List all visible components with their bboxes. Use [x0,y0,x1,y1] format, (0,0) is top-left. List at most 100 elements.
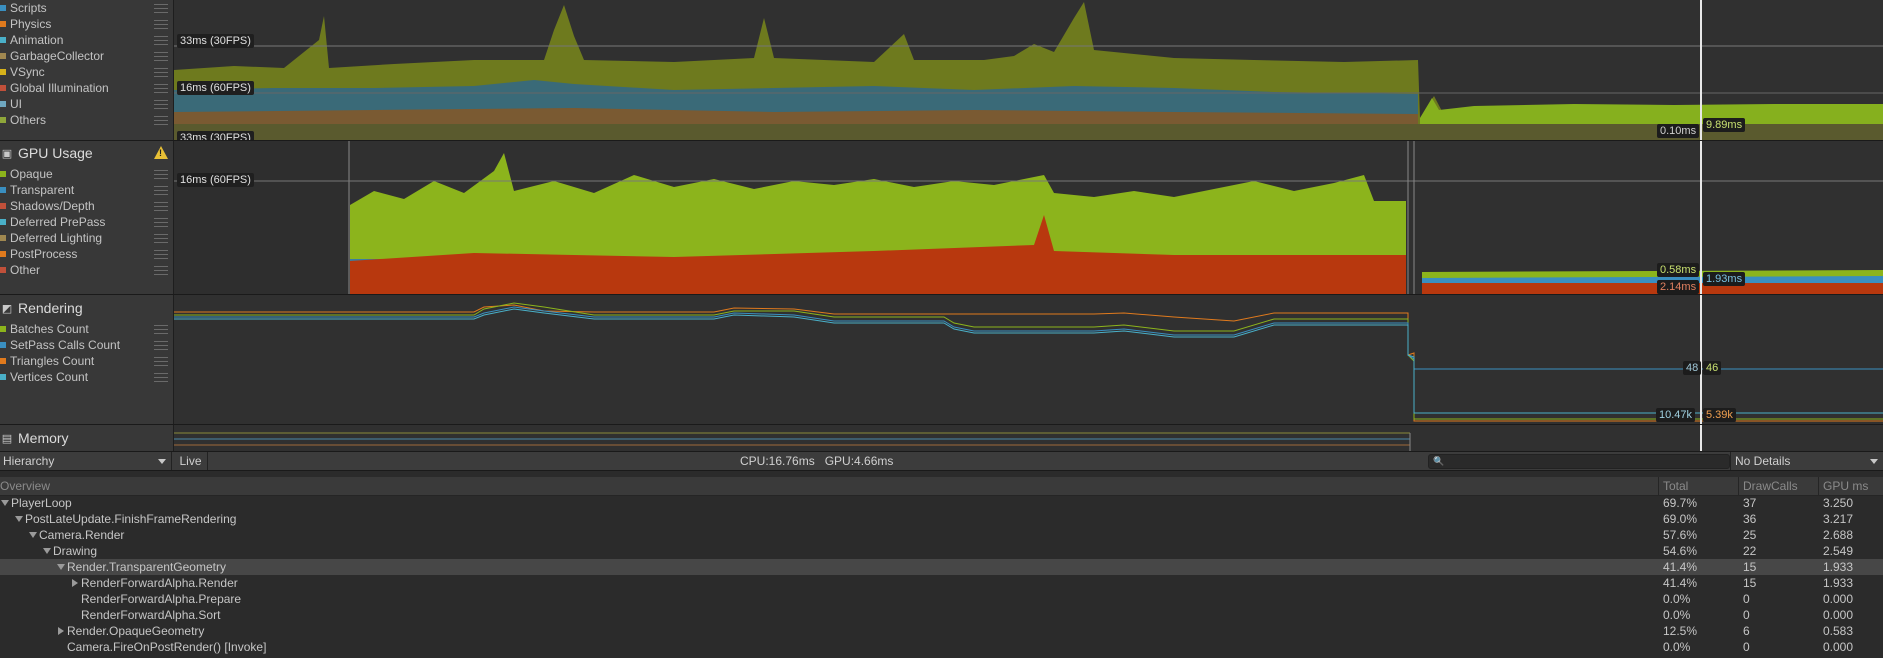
drag-handle-icon[interactable] [154,233,168,243]
row-drawcalls: 15 [1743,560,1757,574]
gpu-legend-item[interactable]: Deferred Lighting [0,230,173,246]
gpu-module-header[interactable]: ▣ GPU Usage ! [0,142,173,164]
drag-handle-icon[interactable] [154,3,168,13]
row-drawcalls: 0 [1743,592,1750,606]
color-swatch [0,85,6,91]
search-icon: 🔍 [1433,456,1445,466]
color-swatch [0,251,6,257]
drag-handle-icon[interactable] [154,372,168,382]
gpu-legend-item[interactable]: PostProcess [0,246,173,262]
row-name: Camera.FireOnPostRender() [Invoke] [67,640,267,654]
expanded-arrow-icon[interactable] [14,511,25,527]
collapsed-arrow-icon[interactable] [70,575,81,591]
rendering-legend-item[interactable]: SetPass Calls Count [0,337,173,353]
gpu-legend-item[interactable]: Other [0,262,173,278]
warning-icon[interactable]: ! [154,146,168,159]
drag-handle-icon[interactable] [154,83,168,93]
rendering-value-tag: 5.39k [1703,408,1736,422]
color-swatch [0,53,6,59]
table-row[interactable]: RenderForwardAlpha.Sort 0.0% 0 0.000 [0,607,1883,623]
table-row[interactable]: RenderForwardAlpha.Render 41.4% 15 1.933 [0,575,1883,591]
expanded-arrow-icon[interactable] [56,559,67,575]
color-swatch [0,37,6,43]
row-name: Camera.Render [39,528,125,542]
rendering-legend-item[interactable]: Triangles Count [0,353,173,369]
drag-handle-icon[interactable] [154,51,168,61]
details-dropdown[interactable]: No Details [1730,452,1883,470]
cpu-legend-item[interactable]: Animation [0,32,173,48]
row-drawcalls: 15 [1743,576,1757,590]
table-row[interactable]: PostLateUpdate.FinishFrameRendering 69.0%… [0,511,1883,527]
cpu-legend-item[interactable]: UI [0,96,173,112]
drag-handle-icon[interactable] [154,67,168,77]
table-row[interactable]: Render.TransparentGeometry 41.4% 15 1.933 [0,559,1883,575]
cpu-legend-item[interactable]: Global Illumination [0,80,173,96]
drag-handle-icon[interactable] [154,35,168,45]
drag-handle-icon[interactable] [154,217,168,227]
frame-stats: CPU:16.76ms GPU:4.66ms [740,454,894,468]
color-swatch [0,326,6,332]
table-row[interactable]: Render.OpaqueGeometry 12.5% 6 0.583 [0,623,1883,639]
live-button[interactable]: Live [174,452,208,470]
gpu-legend-label: Transparent [10,183,75,197]
table-row[interactable]: PlayerLoop 69.7% 37 3.250 [0,495,1883,511]
expanded-arrow-icon[interactable] [42,543,53,559]
rendering-legend-label: SetPass Calls Count [10,338,121,352]
drag-handle-icon[interactable] [154,249,168,259]
drag-handle-icon[interactable] [154,169,168,179]
table-row[interactable]: Drawing 54.6% 22 2.549 [0,543,1883,559]
drag-handle-icon[interactable] [154,99,168,109]
drag-handle-icon[interactable] [154,265,168,275]
gpu-legend-item[interactable]: Shadows/Depth [0,198,173,214]
expanded-arrow-icon[interactable] [28,527,39,543]
drag-handle-icon[interactable] [154,201,168,211]
cpu-chart[interactable]: 33ms (30FPS) 16ms (60FPS) 33ms (30FPS) 0… [174,0,1883,145]
view-mode-dropdown[interactable]: Hierarchy [0,452,172,470]
column-header-drawcalls[interactable]: DrawCalls [1743,477,1798,495]
row-gpu: 3.250 [1823,496,1854,510]
gpu-legend-item[interactable]: Transparent [0,182,173,198]
drag-handle-icon[interactable] [154,19,168,29]
module-sidebar: Scripts Physics Animation GarbageCollector V… [0,0,174,451]
cpu-legend-item[interactable]: Physics [0,16,173,32]
cpu-legend-item[interactable]: VSync [0,64,173,80]
column-header-gpu-ms[interactable]: GPU ms [1823,477,1868,495]
drag-handle-icon[interactable] [154,185,168,195]
drag-handle-icon[interactable] [154,356,168,366]
gpu-legend-label: Other [10,263,41,277]
column-header-total[interactable]: Total [1663,477,1688,495]
row-name: PostLateUpdate.FinishFrameRendering [25,512,237,526]
row-name: RenderForwardAlpha.Sort [81,608,221,622]
memory-chart[interactable] [174,425,1883,451]
table-row[interactable]: RenderForwardAlpha.Prepare 0.0% 0 0.000 [0,591,1883,607]
cpu-legend-item[interactable]: GarbageCollector [0,48,173,64]
rendering-module-title: Rendering [18,300,83,316]
drag-handle-icon[interactable] [154,340,168,350]
gpu-legend-item[interactable]: Deferred PrePass [0,214,173,230]
cpu-legend-item[interactable]: Scripts [0,0,173,16]
row-name: RenderForwardAlpha.Prepare [81,592,242,606]
column-header-overview[interactable]: Overview [0,477,50,495]
rendering-module-header[interactable]: ◩ Rendering [0,297,173,319]
table-row[interactable]: Camera.Render 57.6% 25 2.688 [0,527,1883,543]
rendering-chart[interactable]: 48 46 10.47k 5.39k [174,295,1883,424]
collapsed-arrow-icon[interactable] [56,623,67,639]
drag-handle-icon[interactable] [154,324,168,334]
memory-module-header[interactable]: ▤ Memory [0,427,173,449]
cpu-value-tag: 9.89ms [1703,118,1746,132]
gpu-module-title: GPU Usage [18,145,93,161]
table-row[interactable]: Camera.FireOnPostRender() [Invoke] 0.0% 0 0… [0,639,1883,655]
cpu-legend-item[interactable]: Others [0,112,173,128]
search-input[interactable]: 🔍 [1428,454,1730,469]
row-total: 0.0% [1663,592,1691,606]
gpu-legend-item[interactable]: Opaque [0,166,173,182]
memory-icon: ▤ [1,432,13,445]
color-swatch [0,342,6,348]
gpu-chart[interactable]: 16ms (60FPS) 0.58ms 1.93ms 2.14ms [174,141,1883,294]
expanded-arrow-icon[interactable] [0,495,11,511]
rendering-legend-item[interactable]: Vertices Count [0,369,173,385]
rendering-legend-item[interactable]: Batches Count [0,321,173,337]
color-swatch [0,187,6,193]
drag-handle-icon[interactable] [154,115,168,125]
gpu-ref-line-60fps: 16ms (60FPS) [177,173,254,187]
